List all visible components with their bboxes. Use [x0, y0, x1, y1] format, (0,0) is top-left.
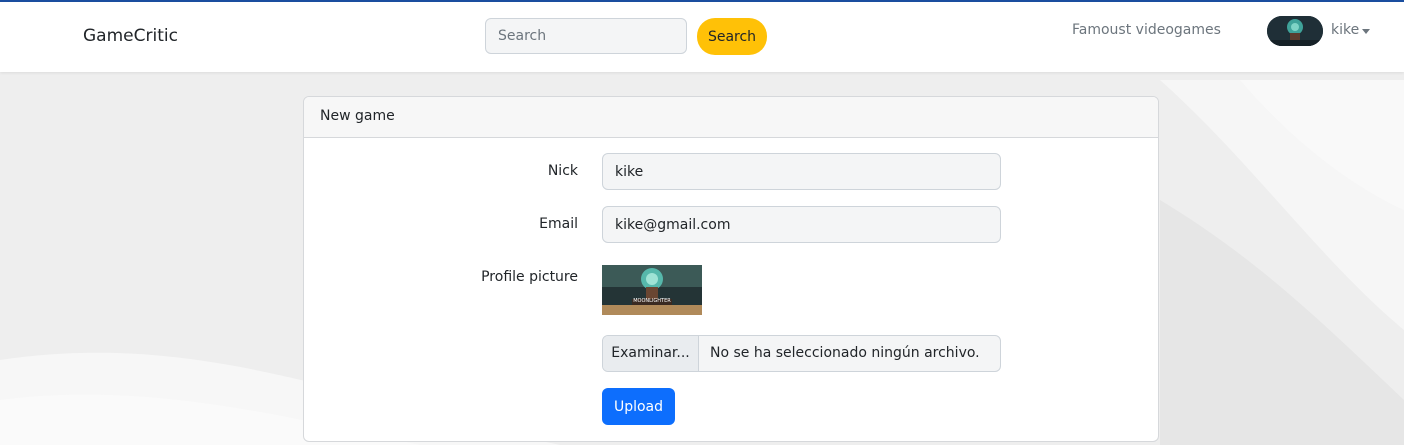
- navbar: GameCritic Search Famoust videogames kik…: [0, 2, 1404, 72]
- avatar[interactable]: [1267, 16, 1323, 46]
- card-title: New game: [320, 108, 395, 124]
- search-button[interactable]: Search: [697, 18, 767, 55]
- file-input[interactable]: Examinar... No se ha seleccionado ningún…: [602, 335, 1001, 372]
- card-header: New game: [304, 97, 1158, 138]
- profile-picture-image: MOONLIGHTER: [602, 265, 702, 315]
- chevron-down-icon[interactable]: [1362, 29, 1370, 34]
- brand-logo[interactable]: GameCritic: [83, 26, 178, 46]
- email-field[interactable]: [602, 206, 1001, 243]
- nick-field[interactable]: [602, 153, 1001, 190]
- file-status-text: No se ha seleccionado ningún archivo.: [710, 345, 980, 361]
- search-input[interactable]: [485, 18, 687, 54]
- nav-link-famous-videogames[interactable]: Famoust videogames: [1072, 22, 1221, 38]
- picture-caption: MOONLIGHTER: [633, 298, 671, 304]
- avatar-image: [1267, 16, 1323, 46]
- browse-button[interactable]: Examinar...: [603, 336, 699, 371]
- new-game-card: New game Nick Email Profile picture MOON…: [303, 96, 1159, 442]
- profile-picture: MOONLIGHTER: [602, 265, 702, 315]
- nick-label: Nick: [547, 163, 578, 179]
- user-menu-name[interactable]: kike: [1331, 22, 1359, 38]
- profile-picture-label: Profile picture: [481, 269, 578, 285]
- upload-button[interactable]: Upload: [602, 388, 675, 425]
- email-label: Email: [539, 216, 578, 232]
